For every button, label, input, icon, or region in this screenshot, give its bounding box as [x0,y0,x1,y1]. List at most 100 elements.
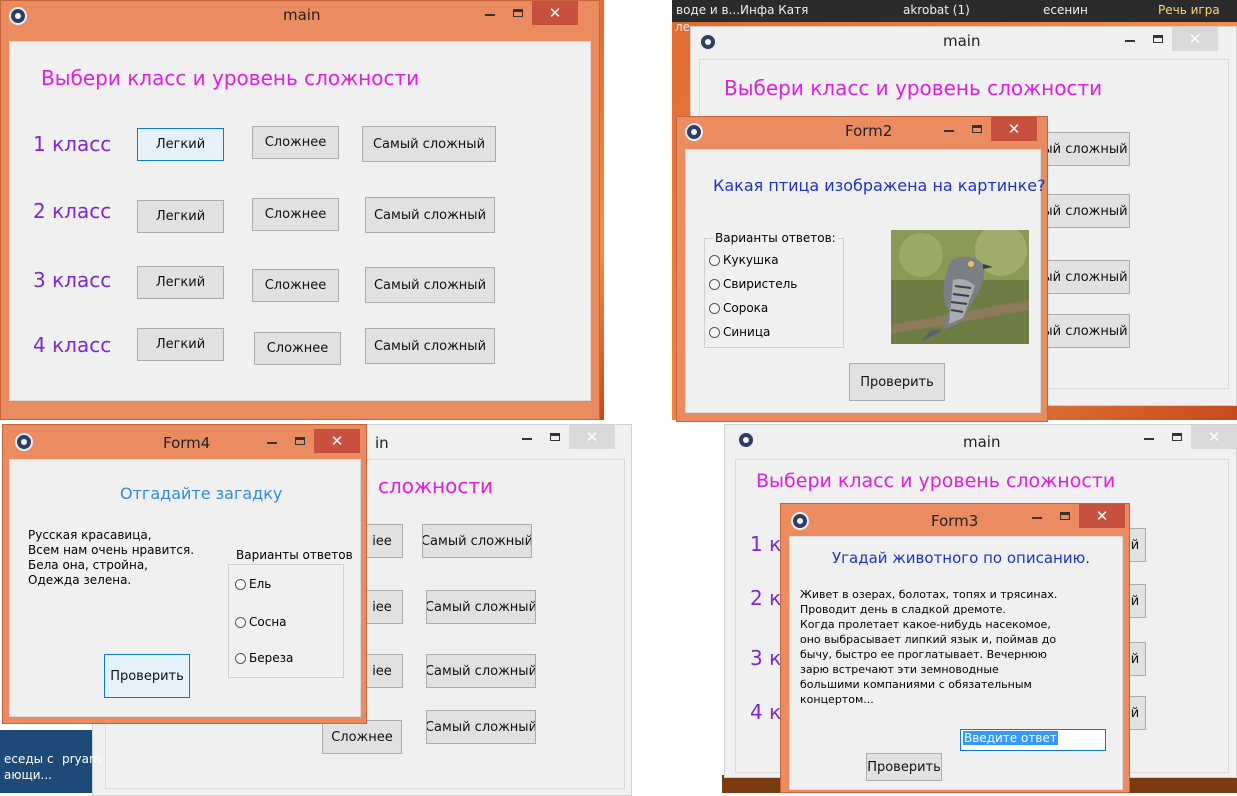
answer-radio-4[interactable]: Синица [709,325,770,339]
answer-radio-2[interactable]: Свиристель [709,277,797,291]
minimize-icon[interactable] [513,425,541,449]
medium-button-partial[interactable]: iee [361,524,403,558]
hard-button-partial[interactable]: ый сложный [1040,260,1130,294]
hard-button[interactable]: Самый сложный [426,710,536,744]
grade-2-medium-button[interactable]: Сложнее [252,198,339,231]
answer-radio-3[interactable]: Береза [235,651,293,665]
minimize-icon[interactable] [935,117,963,141]
title-bar[interactable]: main ✕ [691,27,1236,57]
window-title: main [943,32,981,50]
maximize-icon[interactable] [541,425,569,449]
app-paw-icon [737,431,755,449]
riddle-line-4: Одежда зелена. [28,573,132,587]
description-line: оно выбрасывает липкий язык и, поймав до [800,633,1057,646]
medium-button-partial[interactable]: iee [361,654,403,688]
grade-4-easy-button[interactable]: Легкий [137,328,224,361]
check-button[interactable]: Проверить [866,753,942,781]
title-bar[interactable]: Form2 ✕ [677,117,1047,147]
radio-icon [709,278,720,290]
grade-1-label: 1 класс [33,132,112,156]
close-icon[interactable]: ✕ [569,425,615,449]
minimize-icon[interactable] [1116,27,1144,51]
answer-radio-1[interactable]: Ель [235,577,271,591]
title-bar[interactable]: main ✕ [1,1,599,31]
grade-2-hard-button[interactable]: Самый сложный [365,197,495,233]
page-title: Выбери класс и уровень сложности [724,76,1103,100]
maximize-icon[interactable] [1144,27,1172,51]
taskbar-item[interactable]: akrobat (1) [903,3,970,18]
grade-2-label-partial: 2 к [750,586,782,610]
answer-radio-1[interactable]: Кукушка [709,253,779,267]
grade-3-label: 3 класс [33,268,112,292]
maximize-icon[interactable] [1163,425,1191,449]
close-icon[interactable]: ✕ [1191,425,1237,449]
app-paw-icon [15,433,33,451]
grade-3-label-partial: 3 к [750,646,782,670]
desktop-fragment: ле [675,20,691,34]
radio-icon [235,652,246,664]
window-title-fragment: in [375,434,389,452]
title-bar[interactable]: main ✕ [725,425,1237,455]
window-title: Form3 [931,512,979,530]
answer-input[interactable]: Введите ответ [960,729,1106,751]
grade-1-medium-button[interactable]: Сложнее [252,126,339,159]
window-controls: ✕ [1116,27,1218,51]
hard-button[interactable]: Самый сложный [426,654,536,688]
minimize-icon[interactable] [476,1,504,25]
maximize-icon[interactable] [504,1,532,25]
riddle-line-3: Бела она, стройна, [28,558,148,572]
riddle-line-2: Всем нам очень нравится. [28,543,195,557]
close-icon[interactable]: ✕ [1172,27,1218,51]
close-icon[interactable]: ✕ [991,117,1037,141]
grade-1-easy-button[interactable]: Легкий [137,128,224,161]
grade-3-hard-button[interactable]: Самый сложный [365,267,495,303]
answer-radio-3[interactable]: Сорока [709,301,768,315]
description-line: зарю встречают эти земноводные [800,663,999,676]
app-paw-icon [791,512,809,530]
maximize-icon[interactable] [286,429,314,453]
grade-4-medium-button[interactable]: Сложнее [254,332,341,365]
app-paw-icon [699,33,717,51]
taskbar-item[interactable]: воде и в... [676,3,740,18]
grade-2-easy-button[interactable]: Легкий [137,200,224,233]
app-paw-icon [9,7,27,25]
maximize-icon[interactable] [1051,504,1079,528]
medium-button-partial[interactable]: iee [361,590,403,624]
minimize-icon[interactable] [1023,504,1051,528]
grade-4-label: 4 класс [33,333,112,357]
form2-window: Form2 ✕ Какая птица изображена на картин… [676,116,1048,422]
minimize-icon[interactable] [1135,425,1163,449]
hard-button-partial[interactable]: ый сложный [1040,132,1130,166]
grade-3-easy-button[interactable]: Легкий [137,266,224,299]
form3-client-area: Угадай животного по описанию. Живет в оз… [789,536,1123,790]
close-icon[interactable]: ✕ [314,429,360,453]
title-bar[interactable]: Form3 ✕ [781,504,1129,534]
grade-4-hard-button[interactable]: Самый сложный [365,328,495,364]
check-button[interactable]: Проверить [849,363,945,401]
question-label: Какая птица изображена на картинке? [713,176,1046,195]
taskbar-item[interactable]: Инфа Катя [740,3,808,18]
minimize-icon[interactable] [258,429,286,453]
window-title: main [283,6,321,24]
description-line: Когда пролетает какое-нибудь насекомое, [800,618,1051,631]
hard-button-partial[interactable]: ый сложный [1040,194,1130,228]
taskbar-item[interactable]: есенин [1043,3,1088,18]
form4-window: Form4 ✕ Отгадайте загадку Русская красав… [2,424,367,724]
taskbar-item[interactable]: Речь игра [1158,3,1220,18]
medium-button[interactable]: Сложнее [322,720,402,754]
close-icon[interactable]: ✕ [532,1,578,25]
grade-1-hard-button[interactable]: Самый сложный [362,126,496,162]
window-controls: ✕ [513,425,615,449]
maximize-icon[interactable] [963,117,991,141]
title-bar[interactable]: Form4 ✕ [3,425,366,455]
main-window-1: main ✕ Выбери класс и уровень сложности … [0,0,600,420]
grade-4-label-partial: 4 к [750,700,782,724]
hard-button[interactable]: Самый сложный [422,524,532,558]
answer-radio-2[interactable]: Сосна [235,615,287,629]
check-button[interactable]: Проверить [104,654,190,698]
grade-3-medium-button[interactable]: Сложнее [252,269,339,302]
hard-button-partial[interactable]: ый сложный [1040,314,1130,348]
close-icon[interactable]: ✕ [1079,504,1125,528]
hard-button[interactable]: Самый сложный [426,590,536,624]
window-title: Form2 [845,122,893,140]
